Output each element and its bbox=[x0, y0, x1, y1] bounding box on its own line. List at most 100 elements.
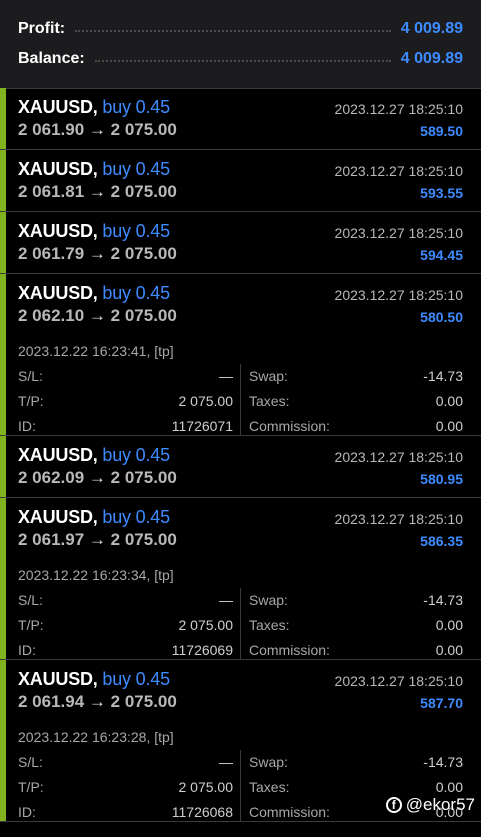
trade-row[interactable]: XAUUSD, buy 0.45 2 061.97 → 2 075.00 2023.… bbox=[0, 498, 481, 660]
trade-symbol: XAUUSD, bbox=[18, 669, 98, 689]
trade-symbol: XAUUSD, bbox=[18, 221, 98, 241]
close-time: 2023.12.27 18:25:10 bbox=[334, 163, 463, 179]
swap-value: -14.73 bbox=[423, 592, 463, 608]
trade-profit: 593.55 bbox=[420, 185, 463, 201]
column-divider bbox=[240, 750, 241, 821]
close-price: 2 075.00 bbox=[110, 120, 177, 139]
order-id-label: ID: bbox=[18, 642, 36, 658]
trade-row[interactable]: XAUUSD, buy 0.45 2 061.81 → 2 075.00 2023.… bbox=[0, 150, 481, 212]
trade-type: buy 0.45 bbox=[102, 445, 170, 465]
trade-type: buy 0.45 bbox=[102, 283, 170, 303]
trade-type: buy 0.45 bbox=[102, 221, 170, 241]
trade-prices: 2 062.09 → 2 075.00 bbox=[18, 468, 177, 488]
taxes-label: Taxes: bbox=[249, 779, 290, 795]
trade-row[interactable]: XAUUSD, buy 0.45 2 061.90 → 2 075.00 2023.… bbox=[0, 88, 481, 150]
trade-prices: 2 061.81 → 2 075.00 bbox=[18, 182, 177, 202]
balance-value: 4 009.89 bbox=[400, 50, 463, 67]
dotted-leader bbox=[75, 30, 391, 32]
sl-value: — bbox=[219, 754, 233, 770]
close-time: 2023.12.27 18:25:10 bbox=[334, 101, 463, 117]
trade-title: XAUUSD, buy 0.45 bbox=[18, 159, 170, 180]
trade-profit: 594.45 bbox=[420, 247, 463, 263]
swap-label: Swap: bbox=[249, 754, 288, 770]
swap-label: Swap: bbox=[249, 368, 288, 384]
commission-label: Commission: bbox=[249, 642, 330, 658]
trade-status-bar bbox=[0, 660, 6, 821]
profit-label: Profit: bbox=[18, 20, 66, 37]
trade-status-bar bbox=[0, 88, 6, 149]
facebook-icon: f bbox=[385, 797, 402, 813]
trade-symbol: XAUUSD, bbox=[18, 507, 98, 527]
arrow-icon: → bbox=[88, 120, 106, 139]
trade-row[interactable]: XAUUSD, buy 0.45 2 061.79 → 2 075.00 2023.… bbox=[0, 212, 481, 274]
arrow-icon: → bbox=[88, 530, 106, 549]
balance-label: Balance: bbox=[18, 50, 85, 67]
trade-status-bar bbox=[0, 436, 6, 497]
trade-status-bar bbox=[0, 274, 6, 435]
taxes-value: 0.00 bbox=[435, 779, 463, 795]
trade-type: buy 0.45 bbox=[102, 669, 170, 689]
trade-title: XAUUSD, buy 0.45 bbox=[18, 97, 170, 118]
swap-label: Swap: bbox=[249, 592, 288, 608]
taxes-value: 0.00 bbox=[435, 393, 463, 409]
close-price: 2 075.00 bbox=[110, 182, 177, 201]
open-price: 2 061.79 bbox=[18, 244, 85, 263]
order-id-value: 11726069 bbox=[171, 642, 233, 658]
account-summary: Profit: 4 009.89 Balance: 4 009.89 bbox=[0, 0, 481, 89]
open-time: 2023.12.22 16:23:41, [tp] bbox=[18, 343, 174, 359]
sl-label: S/L: bbox=[18, 592, 43, 608]
close-time: 2023.12.27 18:25:10 bbox=[334, 449, 463, 465]
profit-value: 4 009.89 bbox=[400, 20, 463, 37]
trade-title: XAUUSD, buy 0.45 bbox=[18, 507, 170, 528]
order-id-label: ID: bbox=[18, 804, 36, 820]
tp-label: T/P: bbox=[18, 617, 44, 633]
arrow-icon: → bbox=[88, 182, 106, 201]
taxes-label: Taxes: bbox=[249, 617, 290, 633]
column-divider bbox=[240, 364, 241, 435]
open-price: 2 062.10 bbox=[18, 306, 85, 325]
watermark-text: @ekor57 bbox=[405, 795, 475, 814]
trade-symbol: XAUUSD, bbox=[18, 159, 98, 179]
trade-profit: 589.50 bbox=[420, 123, 463, 139]
trade-status-bar bbox=[0, 498, 6, 659]
close-price: 2 075.00 bbox=[110, 244, 177, 263]
trade-profit: 586.35 bbox=[420, 533, 463, 549]
watermark: f @ekor57 bbox=[385, 795, 475, 815]
trade-profit: 587.70 bbox=[420, 695, 463, 711]
close-price: 2 075.00 bbox=[110, 530, 177, 549]
trade-symbol: XAUUSD, bbox=[18, 97, 98, 117]
trade-type: buy 0.45 bbox=[102, 159, 170, 179]
order-id-label: ID: bbox=[18, 418, 36, 434]
trade-title: XAUUSD, buy 0.45 bbox=[18, 283, 170, 304]
open-price: 2 061.97 bbox=[18, 530, 85, 549]
trade-prices: 2 062.10 → 2 075.00 bbox=[18, 306, 177, 326]
tp-label: T/P: bbox=[18, 779, 44, 795]
commission-value: 0.00 bbox=[435, 418, 463, 434]
swap-value: -14.73 bbox=[423, 754, 463, 770]
trade-prices: 2 061.90 → 2 075.00 bbox=[18, 120, 177, 140]
trade-prices: 2 061.97 → 2 075.00 bbox=[18, 530, 177, 550]
trade-row[interactable]: XAUUSD, buy 0.45 2 062.09 → 2 075.00 2023.… bbox=[0, 436, 481, 498]
commission-value: 0.00 bbox=[435, 642, 463, 658]
close-time: 2023.12.27 18:25:10 bbox=[334, 287, 463, 303]
open-price: 2 062.09 bbox=[18, 468, 85, 487]
close-price: 2 075.00 bbox=[110, 468, 177, 487]
close-time: 2023.12.27 18:25:10 bbox=[334, 511, 463, 527]
trade-status-bar bbox=[0, 212, 6, 273]
sl-value: — bbox=[219, 592, 233, 608]
arrow-icon: → bbox=[88, 468, 106, 487]
arrow-icon: → bbox=[88, 244, 106, 263]
tp-value: 2 075.00 bbox=[178, 779, 234, 795]
dotted-leader bbox=[94, 60, 391, 62]
trade-status-bar bbox=[0, 150, 6, 211]
trade-symbol: XAUUSD, bbox=[18, 283, 98, 303]
taxes-value: 0.00 bbox=[435, 617, 463, 633]
trade-type: buy 0.45 bbox=[102, 97, 170, 117]
swap-value: -14.73 bbox=[423, 368, 463, 384]
trade-type: buy 0.45 bbox=[102, 507, 170, 527]
sl-label: S/L: bbox=[18, 368, 43, 384]
tp-value: 2 075.00 bbox=[178, 393, 234, 409]
trade-row[interactable]: XAUUSD, buy 0.45 2 062.10 → 2 075.00 2023.… bbox=[0, 274, 481, 436]
trade-profit: 580.95 bbox=[420, 471, 463, 487]
column-divider bbox=[240, 588, 241, 659]
